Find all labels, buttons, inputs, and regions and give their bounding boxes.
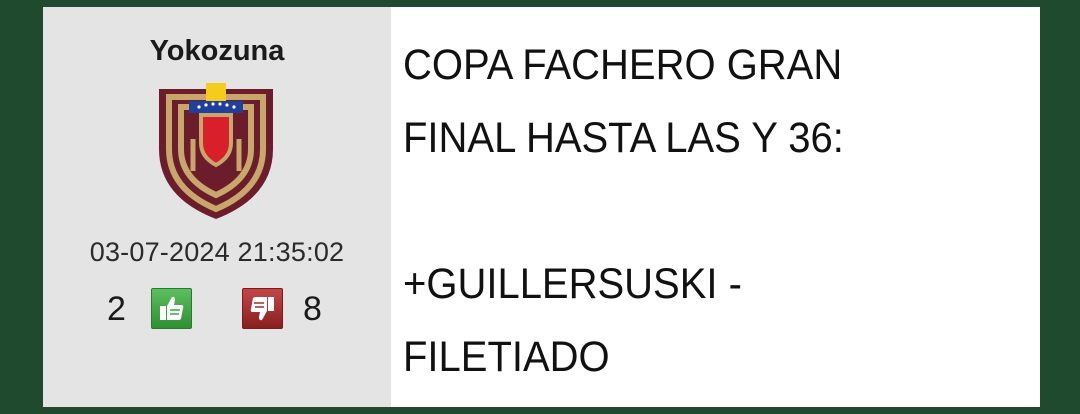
venezuela-federation-crest-icon[interactable]	[151, 79, 281, 224]
vote-bar: 2 8	[43, 282, 391, 332]
thumbs-up-icon	[160, 296, 184, 320]
username[interactable]: Yokozuna	[43, 35, 391, 68]
message-line: FILETIADO	[403, 333, 610, 381]
post-author-panel: Yokozuna 03-07-2024 21:35:02 2 8	[43, 7, 391, 407]
forum-post: Yokozuna 03-07-2024 21:35:02 2 8 COPA FA…	[43, 7, 1040, 407]
message-line	[403, 175, 984, 248]
message-line: +GUILLERSUSKI -	[403, 260, 742, 308]
thumbs-down-count: 8	[303, 290, 322, 328]
thumbs-down-button[interactable]	[242, 288, 283, 329]
message-line: FINAL HASTA LAS Y 36:	[403, 114, 844, 162]
message-line: COPA FACHERO GRAN	[403, 41, 843, 89]
thumbs-up-count: 2	[107, 290, 126, 328]
thumbs-down-icon	[250, 297, 274, 321]
post-message: COPA FACHERO GRAN FINAL HASTA LAS Y 36: …	[391, 7, 1040, 407]
post-timestamp: 03-07-2024 21:35:02	[89, 237, 345, 267]
thumbs-up-button[interactable]	[151, 288, 192, 329]
